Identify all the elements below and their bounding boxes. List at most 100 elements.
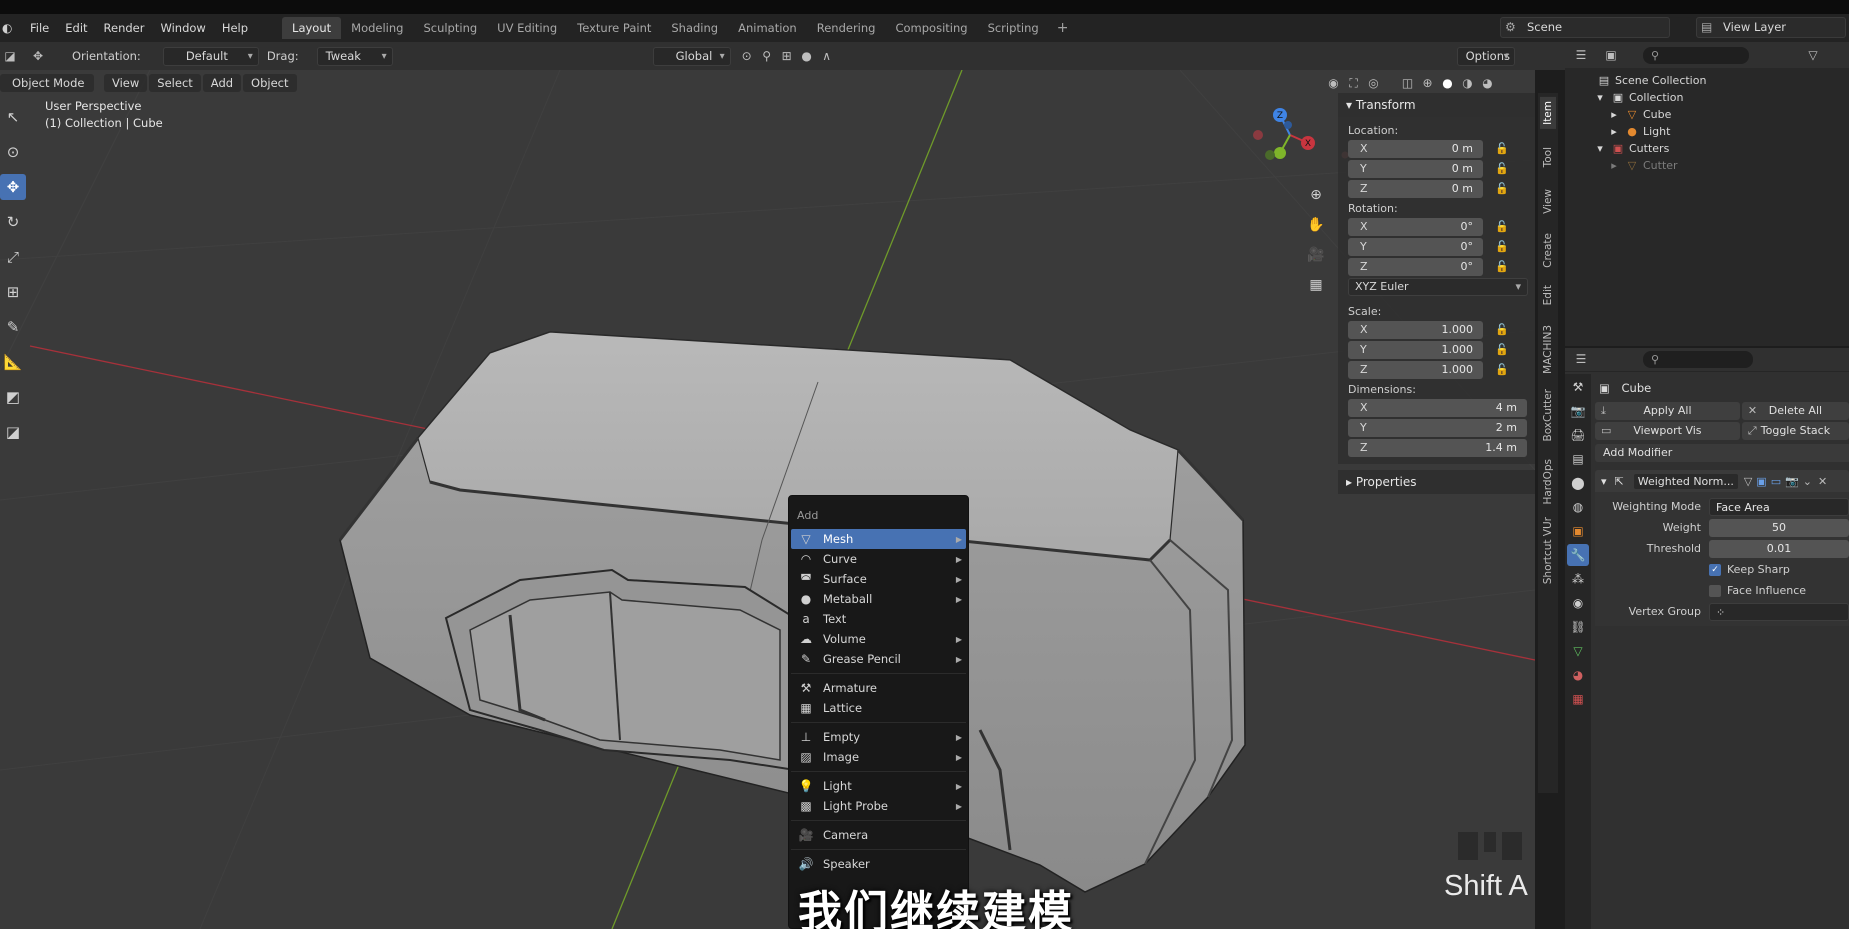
- add-menu-item-metaball[interactable]: ● Metaball ▶: [791, 589, 966, 609]
- expanded-icon[interactable]: ▾: [1593, 140, 1607, 157]
- world-props-icon[interactable]: ◍: [1567, 496, 1589, 518]
- rotate-tool-icon[interactable]: ↻: [0, 209, 26, 235]
- measure-tool-icon[interactable]: 📐: [0, 349, 26, 375]
- rotation-mode-dropdown[interactable]: XYZ Euler: [1348, 278, 1528, 296]
- navigation-gizmo[interactable]: Z X: [1250, 105, 1320, 175]
- toggle-stack-button[interactable]: ⤢ Toggle Stack: [1741, 422, 1849, 440]
- filter-icon[interactable]: ▽: [1803, 46, 1823, 65]
- sidebar-tab-machin3[interactable]: MACHIN3: [1540, 321, 1556, 378]
- add-menu-item-surface[interactable]: ◚ Surface ▶: [791, 569, 966, 589]
- rendered-shading-icon[interactable]: ◕: [1478, 74, 1498, 93]
- move-tool-icon-left[interactable]: ✥: [0, 174, 26, 200]
- falloff-icon[interactable]: ∧: [817, 47, 837, 66]
- lock-icon[interactable]: 🔓: [1495, 363, 1509, 376]
- remove-modifier-icon[interactable]: ✕: [1818, 475, 1827, 488]
- collapsed-icon[interactable]: ▸: [1607, 106, 1621, 123]
- scale-x-field[interactable]: X 1.000: [1348, 320, 1483, 339]
- tweak-tool-icon[interactable]: ↖: [0, 104, 26, 130]
- dimensions-z-field[interactable]: Z 1.4 m: [1348, 438, 1527, 457]
- outliner-row-scene-collection[interactable]: ▤ Scene Collection: [1565, 72, 1849, 89]
- add-menu-item-speaker[interactable]: 🔊 Speaker: [791, 854, 966, 874]
- viewport-menu-object[interactable]: Object: [243, 74, 297, 92]
- blender-logo-icon[interactable]: ◐: [2, 21, 16, 35]
- editor-type-icon[interactable]: ☰: [1571, 350, 1591, 369]
- outliner-row-collection[interactable]: ▾ ▣ Collection: [1565, 89, 1849, 106]
- orientation-dropdown[interactable]: Default: [162, 46, 259, 66]
- object-props-icon[interactable]: ▣: [1567, 520, 1589, 542]
- modifier-name-field[interactable]: Weighted Norm...: [1633, 473, 1738, 489]
- physics-props-icon[interactable]: ◉: [1567, 592, 1589, 614]
- annotate-tool-icon[interactable]: ✎: [0, 314, 26, 340]
- snap-target-icon[interactable]: ⊞: [777, 47, 797, 66]
- output-props-icon[interactable]: 🖨: [1567, 424, 1589, 446]
- pan-hand-icon[interactable]: ✋: [1305, 214, 1327, 236]
- add-menu-item-grease-pencil[interactable]: ✎ Grease Pencil ▶: [791, 649, 966, 669]
- scene-props-icon[interactable]: ⬤: [1567, 472, 1589, 494]
- render-props-icon[interactable]: 📷: [1567, 400, 1589, 422]
- particles-props-icon[interactable]: ⁂: [1567, 568, 1589, 590]
- dimensions-x-field[interactable]: X 4 m: [1348, 398, 1527, 417]
- tab-layout[interactable]: Layout: [282, 17, 342, 39]
- location-y-field[interactable]: Y 0 m: [1348, 159, 1483, 178]
- scene-selector[interactable]: ⚙ Scene: [1500, 17, 1670, 38]
- menu-render[interactable]: Render: [96, 14, 153, 42]
- menu-window[interactable]: Window: [152, 14, 213, 42]
- rotation-x-field[interactable]: X 0°: [1348, 217, 1483, 236]
- transform-orientation-dropdown[interactable]: Global: [652, 46, 731, 66]
- tab-texture-paint[interactable]: Texture Paint: [567, 17, 661, 39]
- material-props-icon[interactable]: ◕: [1567, 664, 1589, 686]
- add-menu-item-mesh[interactable]: ▽ Mesh ▶: [791, 529, 966, 549]
- scale-y-field[interactable]: Y 1.000: [1348, 340, 1483, 359]
- proportional-edit-icon[interactable]: ●: [797, 47, 817, 66]
- lock-icon[interactable]: 🔓: [1495, 142, 1509, 155]
- collapsed-icon[interactable]: ▸: [1607, 123, 1621, 140]
- editor-type-icon[interactable]: ☰: [1571, 46, 1591, 65]
- delete-all-button[interactable]: ✕ Delete All: [1741, 402, 1849, 420]
- outliner-row-light[interactable]: ▸ ● Light: [1565, 123, 1849, 140]
- properties-search-input[interactable]: ⚲: [1643, 351, 1753, 368]
- sidebar-tab-boxcutter[interactable]: BoxCutter: [1540, 385, 1556, 446]
- lock-icon[interactable]: 🔓: [1495, 323, 1509, 336]
- add-menu-item-lattice[interactable]: ▦ Lattice: [791, 698, 966, 718]
- scale-z-field[interactable]: Z 1.000: [1348, 360, 1483, 379]
- xray-toggle-icon[interactable]: ◫: [1398, 74, 1418, 93]
- lock-icon[interactable]: 🔓: [1495, 182, 1509, 195]
- snap-icon[interactable]: ⚲: [757, 47, 777, 66]
- rotation-y-field[interactable]: Y 0°: [1348, 237, 1483, 256]
- texture-props-icon[interactable]: ▦: [1567, 688, 1589, 710]
- add-menu-item-curve[interactable]: ◠ Curve ▶: [791, 549, 966, 569]
- menu-file[interactable]: File: [22, 14, 57, 42]
- add-menu-item-empty[interactable]: ⊥ Empty ▶: [791, 727, 966, 747]
- tab-sculpting[interactable]: Sculpting: [413, 17, 487, 39]
- rotation-z-field[interactable]: Z 0°: [1348, 257, 1483, 276]
- sidebar-tab-edit[interactable]: Edit: [1540, 281, 1556, 309]
- lock-icon[interactable]: 🔓: [1495, 260, 1509, 273]
- tool-props-icon[interactable]: ⚒: [1567, 376, 1589, 398]
- wireframe-shading-icon[interactable]: ⊕: [1418, 74, 1438, 93]
- viewport-toggle-icon[interactable]: ▭: [1771, 475, 1781, 488]
- dimensions-y-field[interactable]: Y 2 m: [1348, 418, 1527, 437]
- scale-tool-icon[interactable]: ⤢: [0, 244, 26, 270]
- apply-all-button[interactable]: ⤓ Apply All: [1595, 402, 1740, 420]
- viewport-vis-button[interactable]: ▭ Viewport Vis: [1595, 422, 1740, 440]
- weight-field[interactable]: 50: [1709, 518, 1849, 537]
- boxcutter-tool-icon[interactable]: ◪: [0, 419, 26, 445]
- sidebar-tab-item[interactable]: Item: [1540, 97, 1556, 129]
- menu-help[interactable]: Help: [214, 14, 256, 42]
- data-props-icon[interactable]: ▽: [1567, 640, 1589, 662]
- viewport-menu-add[interactable]: Add: [202, 74, 242, 92]
- keep-sharp-checkbox[interactable]: ✓: [1709, 563, 1721, 576]
- perspective-toggle-icon[interactable]: ▦: [1305, 274, 1327, 296]
- menu-edit[interactable]: Edit: [57, 14, 95, 42]
- add-workspace-icon[interactable]: +: [1049, 20, 1077, 36]
- tab-shading[interactable]: Shading: [661, 17, 728, 39]
- modifier-props-icon[interactable]: 🔧: [1567, 544, 1589, 566]
- sidebar-tab-view[interactable]: View: [1540, 185, 1556, 218]
- overlay-toggle-icon[interactable]: ◎: [1364, 74, 1384, 93]
- viewport-menu-select[interactable]: Select: [149, 74, 201, 92]
- outliner-row-cube[interactable]: ▸ ▽ Cube: [1565, 106, 1849, 123]
- sidebar-tab-hardops[interactable]: HardOps: [1540, 455, 1556, 509]
- lock-icon[interactable]: 🔓: [1495, 162, 1509, 175]
- add-menu-item-light-probe[interactable]: ▩ Light Probe ▶: [791, 796, 966, 816]
- add-menu-item-light[interactable]: 💡 Light ▶: [791, 776, 966, 796]
